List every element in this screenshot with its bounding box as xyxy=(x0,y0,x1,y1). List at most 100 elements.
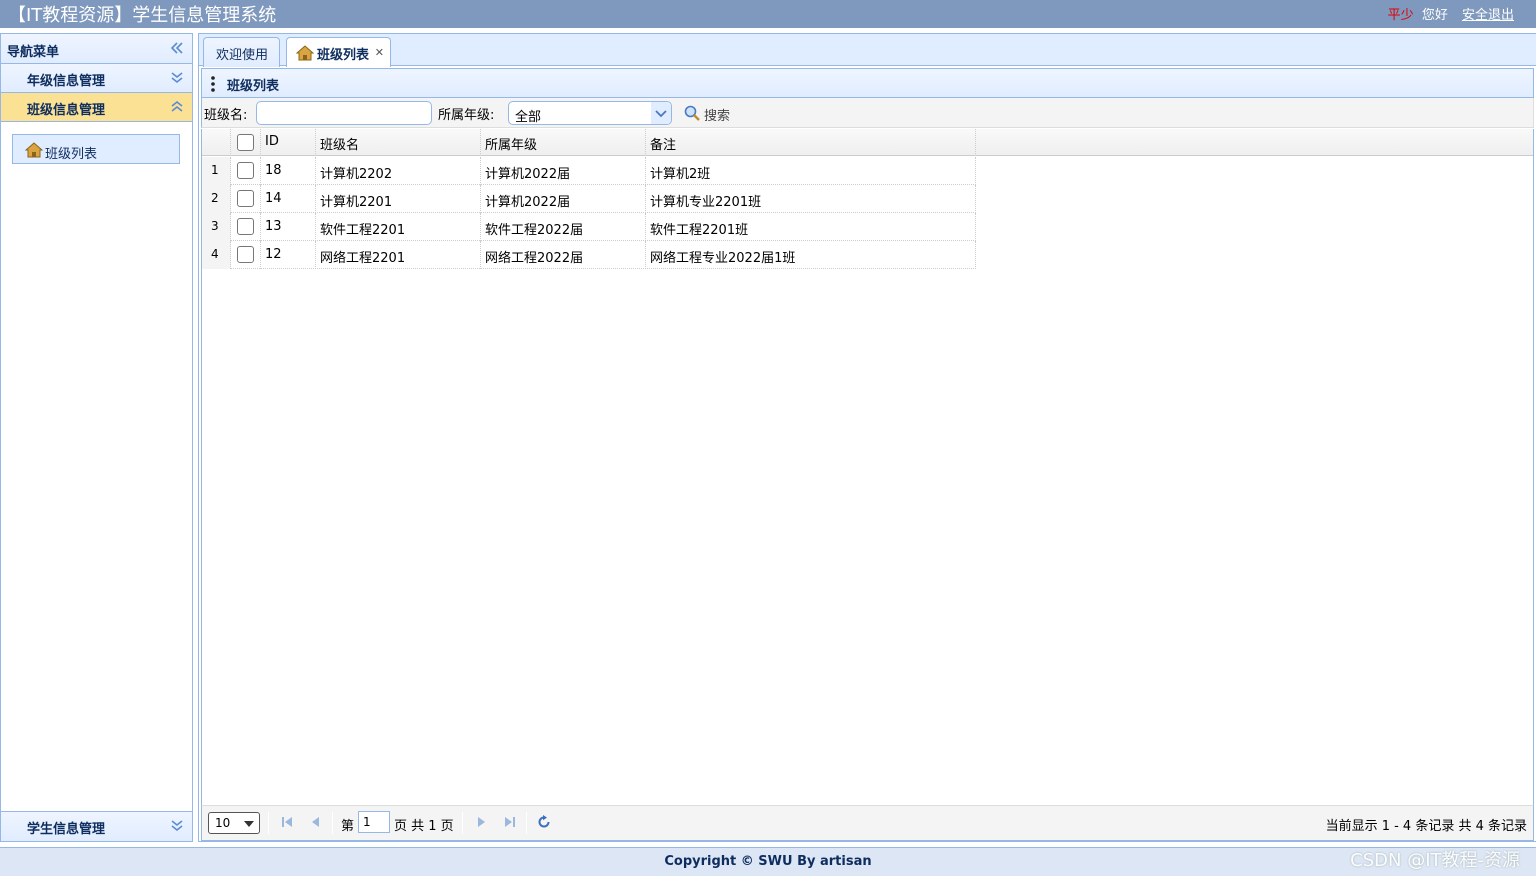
expand-down-icon[interactable] xyxy=(170,71,184,85)
divider xyxy=(268,812,269,834)
search-icon xyxy=(684,105,700,121)
column-header-remark[interactable]: 备注 xyxy=(646,129,976,156)
column-header-id[interactable]: ID xyxy=(261,129,316,156)
user-name: 平少 xyxy=(1387,8,1414,23)
select-all-header xyxy=(231,129,261,156)
next-page-icon[interactable] xyxy=(474,815,488,829)
nav-link-class-list[interactable]: 班级列表 xyxy=(12,134,180,164)
class-name-label: 班级名: xyxy=(204,108,248,123)
row-checkbox[interactable] xyxy=(237,190,254,207)
row-number: 3 xyxy=(202,213,231,241)
first-page-icon[interactable] xyxy=(280,815,294,829)
row-checkbox[interactable] xyxy=(237,218,254,235)
section-label: 班级信息管理 xyxy=(27,103,106,118)
column-header-label: 备注 xyxy=(650,138,677,153)
main-content: 欢迎使用 班级列表 ✕ 班级列表 班级名: 所属年级: 全部 搜索 ID 班级名… xyxy=(198,33,1536,842)
app-title: 【IT教程资源】学生信息管理系统 xyxy=(8,5,277,26)
home-icon xyxy=(25,142,43,158)
cell-grade: 计算机2022届 xyxy=(481,157,646,185)
divider xyxy=(332,812,333,834)
section-grade-management[interactable]: 年级信息管理 xyxy=(1,64,192,93)
column-header-name[interactable]: 班级名 xyxy=(316,129,481,156)
select-all-checkbox[interactable] xyxy=(237,134,254,151)
last-page-icon[interactable] xyxy=(503,815,517,829)
section-label: 年级信息管理 xyxy=(27,74,106,89)
cell-grade: 计算机2022届 xyxy=(481,185,646,213)
page-total: 页 共 1 页 xyxy=(394,819,454,834)
table-row[interactable]: 1 18 计算机2202 计算机2022届 计算机2班 xyxy=(202,157,976,185)
cell-remark: 计算机专业2201班 xyxy=(646,185,976,213)
section-student-management[interactable]: 学生信息管理 xyxy=(1,811,192,841)
grade-select[interactable]: 全部 xyxy=(508,101,672,125)
row-checkbox[interactable] xyxy=(237,162,254,179)
cell-id: 18 xyxy=(261,157,316,185)
column-header-label: ID xyxy=(265,134,279,149)
search-button-label: 搜索 xyxy=(704,109,731,124)
cell-id: 13 xyxy=(261,213,316,241)
page-footer: Copyright © SWU By artisan xyxy=(0,847,1536,876)
panel-header: 班级列表 xyxy=(201,68,1534,98)
column-header-label: 班级名 xyxy=(320,138,360,153)
prev-page-icon[interactable] xyxy=(309,815,323,829)
row-number: 2 xyxy=(202,185,231,213)
tab-welcome[interactable]: 欢迎使用 xyxy=(203,37,280,67)
table-row[interactable]: 4 12 网络工程2201 网络工程2022届 网络工程专业2022届1班 xyxy=(202,241,976,269)
row-number: 4 xyxy=(202,241,231,269)
cell-name: 网络工程2201 xyxy=(316,241,481,269)
dropdown-arrow[interactable] xyxy=(651,102,671,124)
close-icon[interactable]: ✕ xyxy=(375,46,384,59)
collapse-left-icon[interactable] xyxy=(170,40,184,56)
section-class-management[interactable]: 班级信息管理 xyxy=(1,93,192,122)
tab-bar: 欢迎使用 班级列表 ✕ xyxy=(199,34,1536,67)
chevron-down-icon xyxy=(244,821,254,827)
page-size-select[interactable]: 10 xyxy=(208,812,260,834)
cell-remark: 计算机2班 xyxy=(646,157,976,185)
column-header-grade[interactable]: 所属年级 xyxy=(481,129,646,156)
expand-down-icon[interactable] xyxy=(170,819,184,833)
tab-class-list[interactable]: 班级列表 ✕ xyxy=(286,37,391,67)
table-row[interactable]: 2 14 计算机2201 计算机2022届 计算机专业2201班 xyxy=(202,185,976,213)
refresh-icon[interactable] xyxy=(537,815,551,829)
page-size-value: 10 xyxy=(215,816,231,830)
data-grid: ID 班级名 所属年级 备注 1 18 计算机2202 计算机2022届 计算机… xyxy=(201,129,1534,805)
chevron-down-icon xyxy=(655,110,667,118)
table-row[interactable]: 3 13 软件工程2201 软件工程2022届 软件工程2201班 xyxy=(202,213,976,241)
nav-panel-header: 导航菜单 xyxy=(1,34,192,64)
cell-name: 软件工程2201 xyxy=(316,213,481,241)
row-checkbox-cell xyxy=(231,157,261,185)
class-name-input[interactable] xyxy=(256,101,432,125)
panel-title: 班级列表 xyxy=(227,79,280,94)
cell-grade: 软件工程2022届 xyxy=(481,213,646,241)
cell-name: 计算机2202 xyxy=(316,157,481,185)
tab-label: 班级列表 xyxy=(317,48,370,63)
more-vertical-icon xyxy=(211,76,215,92)
row-checkbox-cell xyxy=(231,213,261,241)
pagination-bar: 10 第 页 共 1 页 当前显示 1 - 4 条记录 共 4 条记录 xyxy=(201,805,1534,841)
cell-id: 14 xyxy=(261,185,316,213)
copyright-text: Copyright © SWU By artisan xyxy=(664,854,872,869)
top-header: 【IT教程资源】学生信息管理系统 平少 您好 安全退出 xyxy=(0,0,1536,28)
logout-link[interactable]: 安全退出 xyxy=(1462,8,1514,23)
grid-header: ID 班级名 所属年级 备注 xyxy=(202,129,1533,156)
search-button[interactable]: 搜索 xyxy=(682,101,738,125)
greeting-text: 您好 xyxy=(1421,8,1448,23)
record-info: 当前显示 1 - 4 条记录 共 4 条记录 xyxy=(1325,819,1527,834)
row-number-header xyxy=(202,129,231,156)
collapse-up-icon[interactable] xyxy=(170,100,184,114)
tab-label: 欢迎使用 xyxy=(216,48,269,63)
nav-link-label: 班级列表 xyxy=(45,147,98,162)
column-header-label: 所属年级 xyxy=(485,138,538,153)
watermark-text: CSDN @IT教程-资源 xyxy=(1350,850,1520,871)
search-toolbar: 班级名: 所属年级: 全部 搜索 xyxy=(201,98,1534,128)
page-number-input[interactable] xyxy=(358,811,390,833)
nav-title: 导航菜单 xyxy=(7,45,60,60)
row-checkbox-cell xyxy=(231,241,261,269)
home-icon xyxy=(296,45,314,61)
page-prefix: 第 xyxy=(341,819,355,834)
cell-remark: 软件工程2201班 xyxy=(646,213,976,241)
grade-label: 所属年级: xyxy=(438,108,495,123)
nav-panel: 导航菜单 年级信息管理 班级信息管理 班级列表 学生信息管理 xyxy=(0,33,193,842)
section-class-body: 班级列表 xyxy=(1,122,192,812)
cell-name: 计算机2201 xyxy=(316,185,481,213)
row-checkbox[interactable] xyxy=(237,246,254,263)
